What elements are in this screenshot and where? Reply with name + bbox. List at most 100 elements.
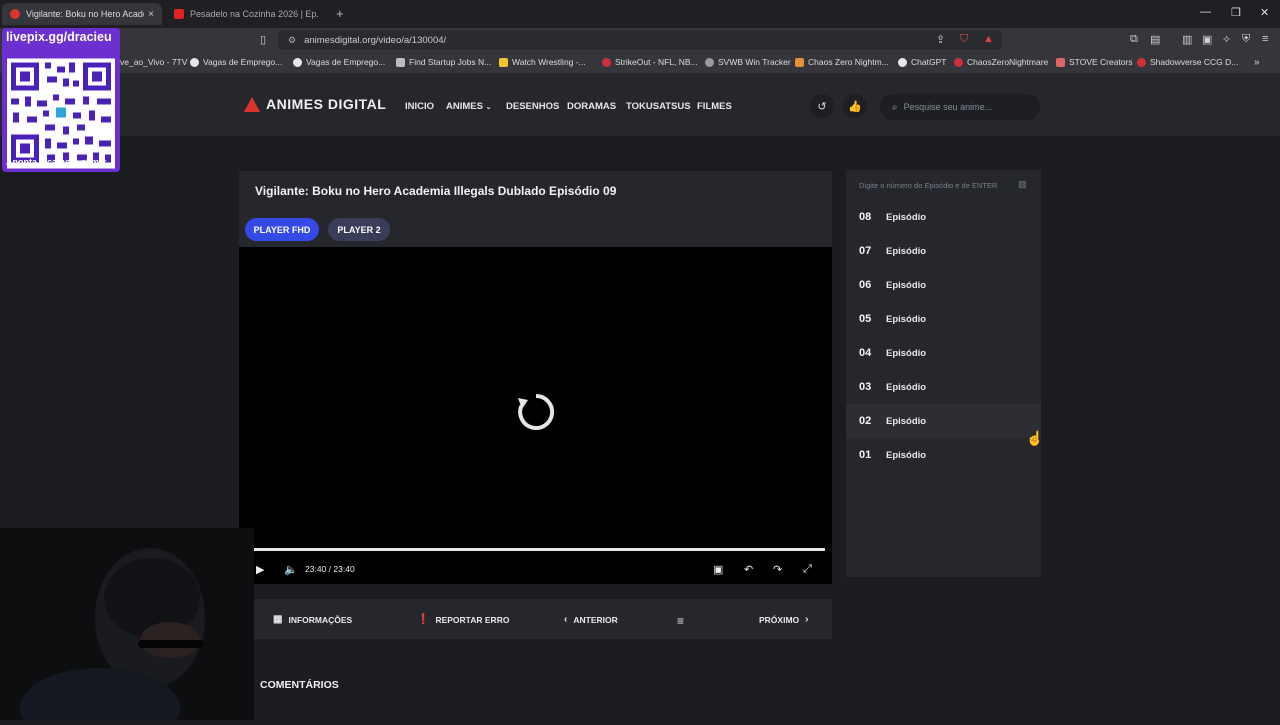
previous-button[interactable]: ‹ ANTERIOR: [564, 614, 618, 625]
bookmark-item[interactable]: ChaosZeroNightmare: [954, 57, 1048, 67]
bookmark-item[interactable]: Shadowverse CCG D...: [1137, 57, 1238, 67]
progress-bar[interactable]: [254, 548, 825, 551]
bookmark-favicon-icon: [705, 57, 714, 67]
menu-tokusatsus[interactable]: TOKUSATSUS: [626, 101, 691, 112]
bookmark-item[interactable]: Chaos Zero Nightm...: [795, 57, 889, 67]
player-fhd-button[interactable]: PLAYER FHD: [245, 218, 319, 241]
livepix-qr-overlay: livepix.gg/dracieu Aponta a camera ai ml…: [2, 28, 120, 172]
player-2-button[interactable]: PLAYER 2: [328, 218, 390, 241]
comments-heading: COMENTÁRIOS: [260, 679, 339, 691]
bookmark-item[interactable]: Vagas de Emprego...: [293, 57, 385, 67]
episode-list-icon[interactable]: ≡: [677, 614, 684, 628]
list-item[interactable]: 08 Episódio: [846, 200, 1041, 234]
menu-icon[interactable]: ≡: [1262, 33, 1268, 45]
bookmark-favicon-icon: [396, 57, 405, 67]
replay-icon[interactable]: [514, 390, 558, 434]
list-item[interactable]: 07 Episódio: [846, 234, 1041, 268]
list-item[interactable]: 01 Episódio: [846, 438, 1041, 472]
bookmark-favicon-icon: [898, 57, 907, 67]
chevron-left-icon: ‹: [564, 614, 568, 625]
picture-in-picture-icon[interactable]: ▣: [713, 563, 723, 576]
history-icon[interactable]: ↺: [810, 94, 834, 118]
extensions-icon[interactable]: ⧉: [1130, 33, 1138, 46]
play-icon[interactable]: ▶: [256, 563, 264, 576]
thumbs-up-icon[interactable]: 👍: [843, 94, 867, 118]
webcam-overlay: [0, 528, 254, 725]
bookmark-icon[interactable]: ▯: [260, 33, 266, 46]
bookmark-item[interactable]: StrikeOut - NFL, NB...: [602, 57, 698, 67]
search-input[interactable]: ⌕ Pesquise seu anime...: [880, 94, 1040, 120]
leo-ai-icon[interactable]: ✧: [1222, 33, 1231, 46]
bookmark-favicon-icon: [293, 57, 302, 67]
brave-rewards-icon[interactable]: ▲: [983, 33, 994, 45]
volume-icon[interactable]: 🔈: [284, 563, 298, 576]
site-header: ANIMES DIGITAL INICIO ANIMES ⌄ DESENHOS …: [0, 74, 1280, 136]
episode-actions: ▦ INFORMAÇÕES ❗ REPORTAR ERRO ‹ ANTERIOR ≡ …: [239, 599, 832, 639]
browser-nav-bar: ▯ ⚙ animesdigital.org/video/a/130004/ ⇪ …: [0, 28, 1280, 52]
sidebar-icon[interactable]: ▥: [1182, 33, 1192, 46]
player-selector: PLAYER FHD PLAYER 2: [239, 213, 832, 247]
search-icon: ⌕: [892, 101, 898, 113]
wallet-icon[interactable]: ▣: [1202, 33, 1212, 46]
bookmark-favicon-icon: [1137, 57, 1146, 67]
vpn-icon[interactable]: ⛨: [1242, 33, 1250, 46]
translate-icon[interactable]: ▤: [1150, 33, 1160, 46]
forward-10-icon[interactable]: ↷: [773, 563, 782, 576]
bookmark-favicon-icon: [499, 57, 508, 67]
close-tab-icon[interactable]: ×: [148, 9, 154, 20]
bookmark-item[interactable]: ve_ao_Vivo - 7TV: [120, 57, 187, 67]
share-icon[interactable]: ⇪: [936, 33, 945, 46]
alert-icon: ❗: [417, 614, 430, 625]
bookmark-favicon-icon: [1056, 57, 1065, 67]
bookmark-item[interactable]: Find Startup Jobs N...: [396, 57, 491, 67]
next-button[interactable]: PRÓXIMO ›: [759, 614, 809, 625]
maximize-icon[interactable]: ❐: [1231, 6, 1241, 19]
logo-triangle-icon: [244, 96, 260, 112]
video-player[interactable]: ▶ 🔈 23:40 / 23:40 ▣ ↶ ↷ ⤢: [239, 247, 832, 584]
menu-animes[interactable]: ANIMES ⌄: [446, 101, 491, 112]
bookmark-item[interactable]: ChatGPT: [898, 57, 946, 67]
rewind-10-icon[interactable]: ↶: [744, 563, 753, 576]
bookmark-item[interactable]: STOVE Creators: [1056, 57, 1133, 67]
chevron-right-icon: ›: [805, 614, 809, 625]
menu-doramas[interactable]: DORAMAS: [567, 101, 616, 112]
list-item[interactable]: 04 Episódio: [846, 336, 1041, 370]
site-info-icon[interactable]: ⚙: [288, 35, 296, 46]
bookmark-favicon-icon: [602, 57, 611, 67]
menu-inicio[interactable]: INICIO: [405, 101, 434, 112]
chevron-down-icon: ⌄: [485, 104, 492, 111]
time-display: 23:40 / 23:40: [305, 564, 355, 574]
list-item[interactable]: 06 Episódio: [846, 268, 1041, 302]
tab-title: Vigilante: Boku no Hero Academ: [26, 9, 145, 19]
menu-filmes[interactable]: FILMES: [697, 101, 732, 112]
report-error-button[interactable]: ❗ REPORTAR ERRO: [417, 614, 509, 625]
search-icon[interactable]: ▨: [1018, 179, 1027, 190]
new-tab-button[interactable]: +: [336, 6, 344, 21]
bookmark-item[interactable]: Vagas de Emprego...: [190, 57, 282, 67]
menu-desenhos[interactable]: DESENHOS: [506, 101, 559, 112]
list-item[interactable]: 05 Episódio: [846, 302, 1041, 336]
fullscreen-icon[interactable]: ⤢: [803, 563, 812, 576]
more-bookmarks-icon[interactable]: »: [1254, 57, 1260, 68]
streamer-webcam-image: [0, 528, 254, 725]
bookmark-item[interactable]: SVWB Win Tracker: [705, 57, 791, 67]
info-button[interactable]: ▦ INFORMAÇÕES: [273, 614, 352, 625]
bookmark-item[interactable]: Watch Wrestling -...: [499, 57, 586, 67]
tab-vigilante[interactable]: Vigilante: Boku no Hero Academ ×: [2, 3, 162, 25]
list-item[interactable]: 02 Episódio: [846, 404, 1041, 438]
brave-shield-icon[interactable]: ⛉: [960, 33, 968, 46]
site-logo[interactable]: ANIMES DIGITAL: [244, 96, 386, 112]
address-bar[interactable]: ⚙ animesdigital.org/video/a/130004/: [278, 30, 1002, 50]
episode-search-input[interactable]: Digite o número do Episódio e de ENTER: [859, 181, 997, 190]
bookmarks-bar: ve_ao_Vivo - 7TV Vagas de Emprego... Vag…: [0, 52, 1280, 74]
close-window-icon[interactable]: ✕: [1260, 6, 1269, 19]
bookmark-favicon-icon: [190, 57, 199, 67]
qr-title: livepix.gg/dracieu: [6, 30, 112, 44]
tab-title: Pesadelo na Cozinha 2026 | Ep. 2 - Yo: [190, 9, 318, 19]
qr-caption: Aponta a camera ai mlk: [6, 157, 107, 167]
list-item[interactable]: 03 Episódio: [846, 370, 1041, 404]
minimize-icon[interactable]: —: [1200, 6, 1211, 18]
episode-title-card: Vigilante: Boku no Hero Academia Illegal…: [239, 171, 832, 213]
grid-icon: ▦: [273, 614, 283, 625]
tab-pesadelo[interactable]: Pesadelo na Cozinha 2026 | Ep. 2 - Yo: [166, 3, 326, 25]
